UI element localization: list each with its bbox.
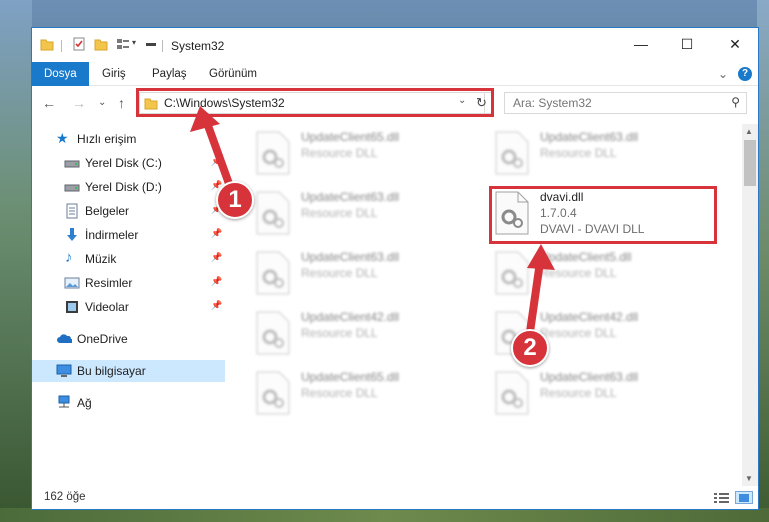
callout-1: 1 [216, 181, 254, 219]
callout-2: 2 [511, 329, 549, 367]
arrow-2 [526, 258, 544, 336]
annotation-arrows [190, 106, 555, 336]
arrow-2-head [527, 244, 555, 270]
